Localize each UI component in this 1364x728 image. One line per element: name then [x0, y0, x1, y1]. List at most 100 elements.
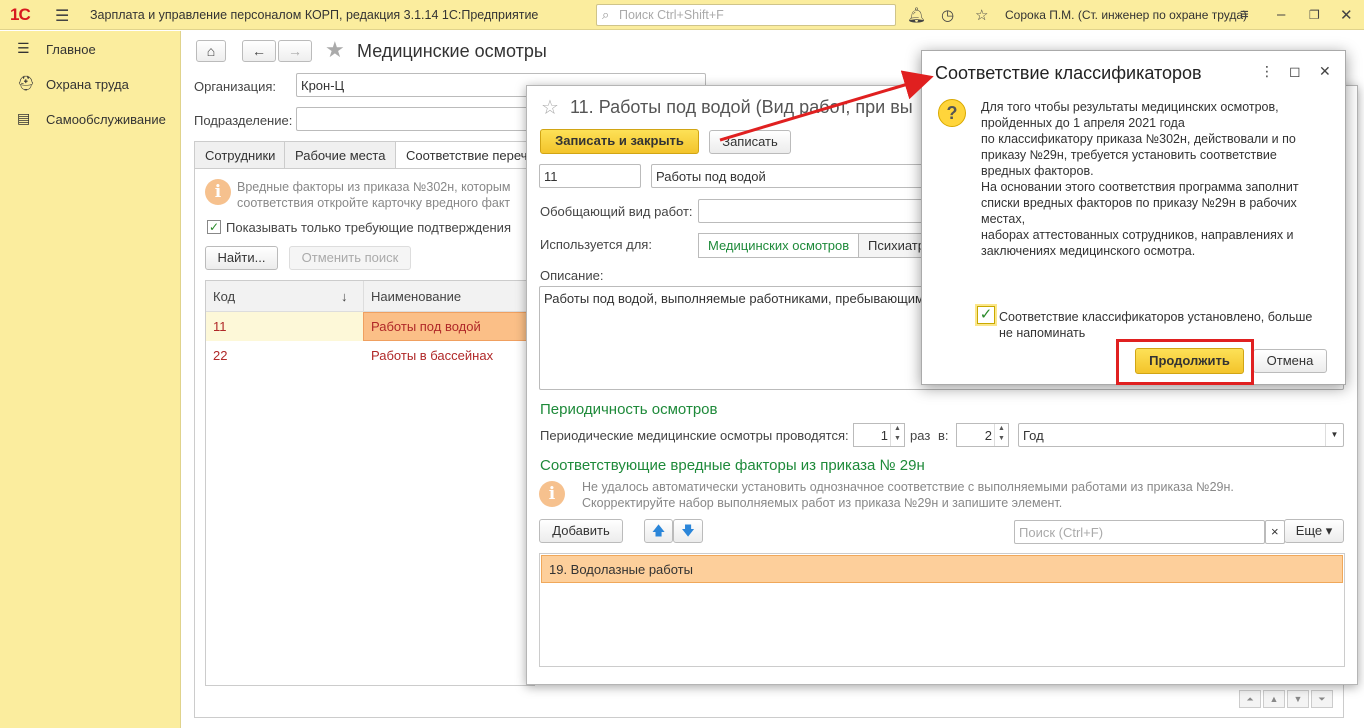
org-label: Организация:	[194, 79, 277, 94]
more-label: Еще	[1295, 523, 1323, 538]
message-line: местах,	[981, 212, 1026, 226]
scroll-top-icon[interactable]: ⏶	[1239, 690, 1261, 708]
message-line: На основании этого соответствия программ…	[981, 180, 1299, 194]
save-close-button[interactable]: Записать и закрыть	[540, 129, 699, 154]
dont-remind-label: Соответствие классификаторов установлено…	[999, 310, 1313, 340]
sidebar-item-labor-safety[interactable]: ⛑︎ Охрана труда	[0, 71, 181, 99]
scroll-bottom-icon[interactable]: ⏷	[1311, 690, 1333, 708]
classifier-dialog-title: Соответствие классификаторов	[935, 63, 1202, 83]
table-row[interactable]: 22 Работы в бассейнах	[206, 341, 534, 370]
show-only-checkbox[interactable]: ✓	[207, 220, 221, 234]
more-actions-icon[interactable]: ⋮	[1260, 63, 1274, 80]
stepper-arrows-icon[interactable]: ▲ ▼	[890, 424, 904, 446]
period-unit-value: Год	[1023, 428, 1044, 443]
row-name: Работы в бассейнах	[371, 348, 494, 363]
org-value: Крон-Ц	[301, 78, 345, 93]
tab-workplaces[interactable]: Рабочие места	[284, 141, 396, 169]
save-button[interactable]: Записать	[709, 130, 791, 154]
move-up-button[interactable]: 🡅	[644, 519, 673, 543]
name-field[interactable]: Работы под водой	[651, 164, 923, 188]
scroll-down-icon[interactable]: ▼	[1287, 690, 1309, 708]
forward-button[interactable]: →	[278, 40, 312, 62]
arrow-right-icon: →	[288, 43, 302, 59]
dept-label: Подразделение:	[194, 113, 293, 128]
clear-search-button[interactable]: ×	[1265, 520, 1285, 544]
page-title: Медицинские осмотры	[357, 41, 547, 61]
home-button[interactable]: ⌂	[196, 40, 226, 62]
factors-search-placeholder: Поиск (Ctrl+F)	[1019, 525, 1104, 540]
sidebar: ☰ Главное ⛑︎ Охрана труда ▤ Самообслужив…	[0, 31, 181, 728]
favorite-star-icon[interactable]: ★	[325, 37, 345, 63]
times-stepper[interactable]: 1 ▲ ▼	[853, 423, 905, 447]
info-icon: i	[539, 481, 565, 507]
info-text-2: соответствия откройте карточку вредного …	[237, 196, 511, 210]
clear-icon: ×	[1271, 524, 1279, 539]
arrow-up-icon: 🡅	[651, 523, 666, 538]
in-label: в:	[938, 428, 949, 443]
chevron-down-icon[interactable]: ▼	[1325, 424, 1343, 446]
tab-employees[interactable]: Сотрудники	[194, 141, 285, 169]
table-row[interactable]: 19. Водолазные работы	[541, 555, 1343, 583]
period-value: 2	[984, 428, 992, 443]
cancel-search-button[interactable]: Отменить поиск	[289, 246, 411, 270]
used-for-label: Используется для:	[540, 237, 652, 252]
scroll-up-icon[interactable]: ▲	[1263, 690, 1285, 708]
message-line: приказу №29н, требуется установить соотв…	[981, 148, 1277, 162]
move-down-button[interactable]: 🡇	[673, 519, 703, 543]
code-field[interactable]: 11	[539, 164, 641, 188]
highlight-frame	[1116, 339, 1254, 385]
restore-icon[interactable]: ❐	[1309, 8, 1320, 22]
close-icon[interactable]: ✕	[1340, 6, 1353, 24]
sidebar-item-self-service[interactable]: ▤ Самообслуживание	[0, 106, 181, 134]
menu-icon[interactable]: ☰	[55, 6, 69, 26]
bell-icon[interactable]: 🔔︎	[907, 6, 926, 24]
settings-icon[interactable]: ≡	[1240, 6, 1249, 23]
global-search-input[interactable]: ⌕ Поиск Ctrl+Shift+F	[596, 4, 896, 26]
generalizing-field[interactable]	[698, 199, 923, 223]
row-code: 11	[213, 319, 227, 334]
helmet-icon: ⛑︎	[17, 75, 35, 91]
message-line: Для того чтобы результаты медицинских ос…	[981, 100, 1279, 114]
used-for-medical[interactable]: Медицинских осмотров	[698, 233, 859, 258]
table-row[interactable]: 11 Работы под водой	[206, 312, 534, 341]
col-code[interactable]: Код	[213, 289, 235, 304]
col-name[interactable]: Наименование	[371, 289, 461, 304]
find-button[interactable]: Найти...	[205, 246, 278, 270]
row-name: Работы под водой	[371, 319, 481, 334]
add-button[interactable]: Добавить	[539, 519, 623, 543]
search-icon: ⌕	[602, 7, 610, 22]
factors-search-input[interactable]: Поиск (Ctrl+F)	[1014, 520, 1265, 544]
sidebar-item-label: Охрана труда	[46, 77, 129, 92]
minimize-icon[interactable]: –	[1277, 6, 1285, 23]
history-icon[interactable]: ◷	[941, 6, 954, 24]
favorite-star-icon[interactable]: ☆	[541, 95, 559, 120]
app-title: Зарплата и управление персоналом КОРП, р…	[90, 8, 539, 22]
classifier-dialog: Соответствие классификаторов ⋮ ◻ ✕ ? Для…	[921, 50, 1346, 385]
sidebar-item-label: Самообслуживание	[46, 112, 166, 127]
row-code: 22	[213, 348, 228, 363]
sort-arrow-icon[interactable]: ↓	[341, 289, 348, 304]
generalizing-label: Обобщающий вид работ:	[540, 204, 693, 219]
factors-info-1: Не удалось автоматически установить одно…	[582, 480, 1234, 494]
sidebar-item-main[interactable]: ☰ Главное	[0, 36, 181, 64]
current-user[interactable]: Сорока П.М. (Ст. инженер по охране труда…	[1005, 8, 1247, 22]
close-icon[interactable]: ✕	[1319, 63, 1331, 80]
header-divider	[363, 281, 364, 312]
star-icon[interactable]: ☆	[975, 6, 988, 24]
period-stepper[interactable]: 2 ▲ ▼	[956, 423, 1009, 447]
app-logo: 1С	[10, 5, 31, 24]
info-text-1: Вредные факторы из приказа №302н, которы…	[237, 180, 511, 194]
maximize-icon[interactable]: ◻	[1289, 63, 1301, 80]
global-search-placeholder: Поиск Ctrl+Shift+F	[619, 8, 724, 22]
dont-remind-checkbox[interactable]: ✓	[977, 306, 995, 324]
info-icon: i	[205, 179, 231, 205]
dialog-title: 11. Работы под водой (Вид работ, при вы	[570, 97, 913, 117]
back-button[interactable]: ←	[242, 40, 276, 62]
tab-correspondence[interactable]: Соответствие переч	[395, 141, 530, 169]
cancel-button[interactable]: Отмена	[1253, 349, 1327, 373]
period-unit-select[interactable]: Год ▼	[1018, 423, 1344, 447]
stepper-arrows-icon[interactable]: ▲ ▼	[994, 424, 1008, 446]
used-for-psychiatric[interactable]: Психиатр	[858, 233, 924, 258]
message-line: пройденных до 1 апреля 2021 года	[981, 116, 1185, 130]
more-button[interactable]: Еще ▾	[1284, 519, 1344, 543]
